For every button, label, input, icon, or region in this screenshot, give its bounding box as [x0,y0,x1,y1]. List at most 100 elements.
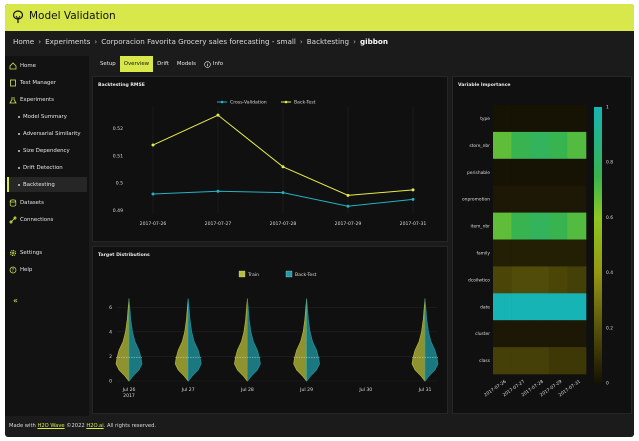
heatmap-cell [548,158,568,186]
heatmap-cell [567,266,587,294]
row-label: store_nbr [469,143,490,149]
x-tick-label: Jul 27 [181,387,195,393]
heatmap-cell [493,239,512,267]
sidebar-item-help[interactable]: ? Help [9,263,89,276]
data-point [151,143,155,147]
sidebar-item-label: Experiments [20,96,54,103]
distribution-card: Target Distributions 0 2 4 6 Jul 26 2017 Jul 2… [92,246,448,414]
sidebar-item-datasets[interactable]: Datasets [9,196,89,209]
rmse-card: Backtesting RMSE 0.49 0.5 0.51 0.52 2017-07-… [92,76,448,242]
violin-right [128,298,143,382]
violin-right [424,298,439,382]
violin-left [115,298,130,382]
sidebar: Home Test Manager Experiments Model Summ… [5,56,89,416]
bullet-icon [18,166,20,169]
colorbar-tick-label: 0.8 [606,160,613,166]
heatmap-cell [511,212,531,240]
violin-left [411,298,426,382]
heatmap-cell [567,239,587,267]
sidebar-item-label: Datasets [20,199,44,206]
heatmap-cell [511,266,531,294]
app-window: Model Validation Home › Experiments › Corpor… [5,4,634,437]
heatmap-cell [493,293,512,321]
sidebar-item-label: Drift Detection [23,164,63,171]
clipboard-icon [10,79,16,86]
x-tick-label: 2017-07-31 [400,221,427,227]
app-title: Model Validation [29,10,116,22]
tab-drift[interactable]: Drift [153,56,173,72]
h2o-link[interactable]: H2O.ai [86,423,103,429]
breadcrumb-current: gibbon [359,37,388,46]
heatmap-cell [548,131,568,160]
sidebar-item-adversarial-similarity[interactable]: Adversarial Similarity [9,127,89,140]
sidebar-item-label: Help [20,266,33,273]
violin-left [234,298,248,382]
heatmap-cell [511,239,531,267]
heatmap-cell [493,320,512,348]
help-icon: ? [9,266,17,273]
sidebar-item-settings[interactable]: Settings [9,246,89,259]
sidebar-item-home[interactable]: Home [9,59,89,72]
tab-setup[interactable]: Setup [96,56,120,72]
heatmap-cell [511,347,531,375]
x-tick-label: Jul 28 [240,387,254,393]
sidebar-item-drift-detection[interactable]: Drift Detection [9,161,89,174]
x-tick-label: Jul 26 [122,387,136,393]
tab-info[interactable]: Info [200,56,227,72]
wave-link[interactable]: H2O Wave [37,423,64,429]
y-tick-label: 0.52 [113,126,123,132]
sidebar-item-backtesting[interactable]: Backtesting [7,177,87,192]
heatmap-cell [493,158,512,186]
bullet-icon [18,183,20,186]
breadcrumb-home[interactable]: Home [13,37,34,46]
footer: Made with H2O Wave ©2022 H2O.ai. All rig… [9,423,156,429]
sidebar-item-connections[interactable]: Connections [9,213,89,226]
heatmap-cell [511,293,531,321]
tab-bar: Setup Overview Drift Models Info [96,56,227,72]
footer-copyright: ©2022 [66,423,85,429]
data-point [281,191,285,195]
heatmap-cell [567,293,587,321]
colorbar-tick-label: 1 [606,105,609,111]
data-point [216,113,220,117]
x-tick-label: 2017 [123,393,135,399]
heatmap-cell [530,158,550,186]
breadcrumb-backtesting[interactable]: Backtesting [307,37,349,46]
database-icon [9,199,17,206]
heatmap-cell [493,347,512,375]
beaker-icon [9,96,17,103]
colorbar-tick-label: 0 [606,381,609,387]
chevron-right-icon: › [38,37,42,46]
heatmap-cell [511,158,531,186]
x-tick-label: 2017-07-28 [270,221,297,227]
sidebar-item-experiments[interactable]: Experiments [9,93,89,106]
sidebar-item-label: Test Manager [20,79,56,86]
data-point [281,165,285,169]
sidebar-item-size-dependency[interactable]: Size Dependency [9,144,89,157]
heatmap-cell [530,131,550,160]
data-point [411,188,415,192]
data-point [346,204,350,208]
gear-icon [9,249,17,256]
breadcrumb-experiments[interactable]: Experiments [45,37,90,46]
sidebar-item-test-manager[interactable]: Test Manager [9,76,89,89]
rmse-line-chart: 0.49 0.5 0.51 0.52 2017-07-26 2017-07-27 2017-… [113,100,427,228]
legend-swatch [285,270,293,278]
data-point [411,197,415,201]
sidebar-item-model-summary[interactable]: Model Summary [9,110,89,123]
connection-icon [9,216,17,223]
sidebar-item-label: Backtesting [23,181,55,188]
violin-left [174,298,189,382]
violin-right [247,298,261,382]
heatmap-cell [530,320,550,348]
footer-suffix: . All rights reserved. [103,423,157,429]
breadcrumb-project[interactable]: Corporacion Favorita Grocery sales forec… [101,37,296,46]
tab-models[interactable]: Models [173,56,200,72]
legend-label: Train [247,272,259,278]
bullet-icon [18,132,20,135]
tab-overview[interactable]: Overview [119,56,154,72]
violin-left [293,298,307,382]
chevron-right-icon: › [299,37,303,46]
heatmap-cell [530,212,550,240]
collapse-sidebar-button[interactable]: « [13,296,18,305]
